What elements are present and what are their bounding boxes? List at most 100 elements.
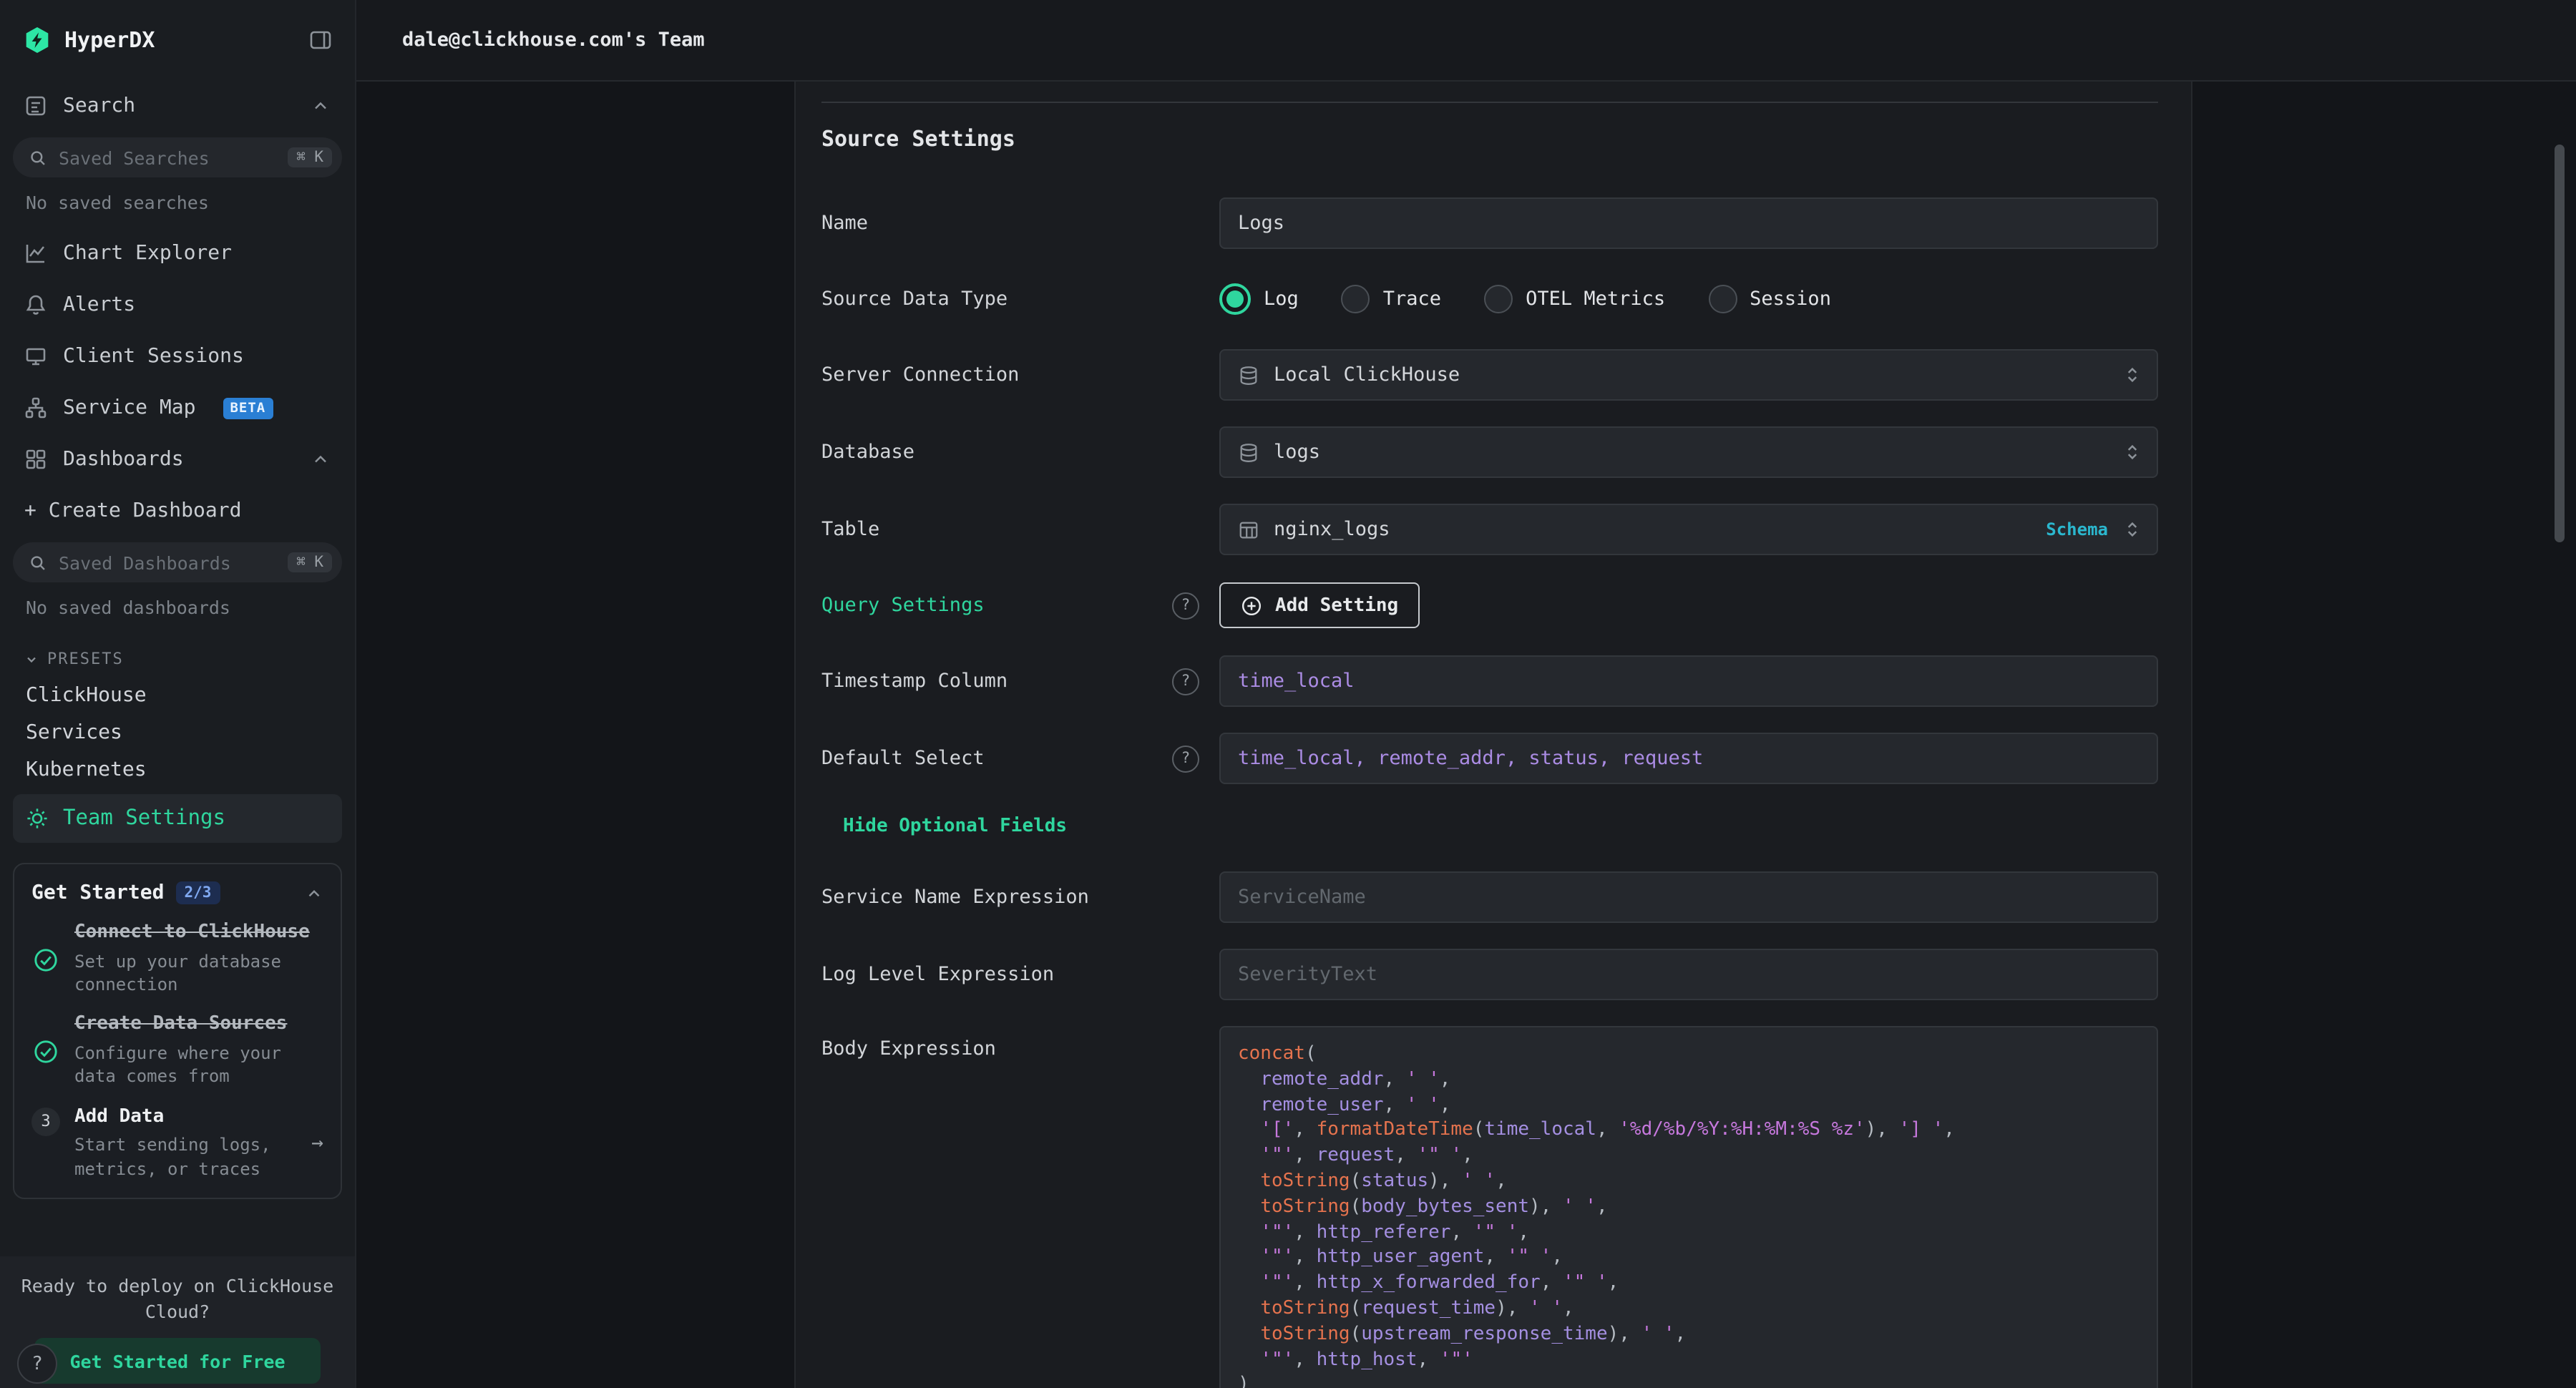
monitor-icon [24, 345, 47, 368]
sidebar-header: HyperDX [0, 0, 355, 80]
sidebar-item-dashboards[interactable]: Dashboards [0, 434, 355, 485]
plus-circle-icon [1241, 595, 1262, 616]
body-expression-code[interactable]: concat( remote_addr, ' ', remote_user, '… [1219, 1026, 2158, 1388]
server-connection-row: Server Connection Local ClickHouse [821, 349, 2158, 401]
no-saved-searches-text: No saved searches [26, 192, 355, 213]
body-expression-row: Body Expression concat( remote_addr, ' '… [821, 1026, 2158, 1388]
help-circle-icon[interactable]: ? [1172, 745, 1199, 772]
chevron-updown-icon [2122, 519, 2142, 539]
saved-dashboards-input[interactable]: Saved Dashboards ⌘ K [13, 542, 342, 582]
server-connection-select[interactable]: Local ClickHouse [1219, 349, 2158, 401]
name-input[interactable] [1219, 197, 2158, 249]
database-row: Database logs [821, 426, 2158, 478]
shortcut-badge: ⌘ K [288, 552, 332, 572]
get-started-step-connect[interactable]: Connect to ClickHouse Set up your databa… [31, 922, 323, 997]
source-settings-heading: Source Settings [821, 126, 2158, 152]
step-title: Add Data [74, 1105, 297, 1130]
sidebar-item-label: Dashboards [63, 448, 184, 471]
hide-optional-fields-link[interactable]: Hide Optional Fields [843, 816, 1067, 837]
main-area: dale@clickhouse.com's Team Source Settin… [356, 0, 2576, 1388]
timestamp-column-label: Timestamp Column [821, 670, 1008, 693]
radio-trace[interactable]: Trace [1342, 285, 1441, 313]
database-icon [1238, 364, 1259, 386]
sidebar-item-clickhouse[interactable]: ClickHouse [0, 677, 355, 714]
hyperdx-logo-icon [23, 26, 52, 54]
sidebar-collapse-icon[interactable] [309, 29, 332, 52]
arrow-right-icon: → [311, 1131, 323, 1154]
service-name-expression-input[interactable] [1219, 871, 2158, 923]
saved-searches-placeholder: Saved Searches [59, 147, 276, 168]
shortcut-badge: ⌘ K [288, 147, 332, 167]
brand-name: HyperDX [64, 27, 296, 53]
radio-icon [1484, 285, 1513, 313]
radio-icon [1342, 285, 1370, 313]
service-map-icon [24, 396, 47, 419]
service-name-expression-label: Service Name Expression [821, 886, 1089, 909]
dashboards-grid-icon [24, 448, 47, 471]
sidebar-item-label: Chart Explorer [63, 242, 232, 265]
select-value: nginx_logs [1274, 518, 1390, 541]
radio-label: OTEL Metrics [1526, 288, 1665, 311]
log-level-expression-label: Log Level Expression [821, 963, 1054, 986]
add-setting-button[interactable]: Add Setting [1219, 582, 1420, 628]
get-started-title: Get Started [31, 881, 164, 904]
chevron-updown-icon [2122, 365, 2142, 385]
log-level-expression-input[interactable] [1219, 949, 2158, 1000]
app-window: HyperDX Search Saved Searches ⌘ K No sav… [0, 0, 2576, 1388]
help-circle-icon[interactable]: ? [1172, 668, 1199, 695]
code-line: remote_addr, ' ', [1238, 1067, 2140, 1093]
chevron-updown-icon [2122, 442, 2142, 462]
get-started-step-add-data[interactable]: 3 Add Data Start sending logs, metrics, … [31, 1105, 323, 1181]
check-circle-icon [31, 1014, 60, 1089]
radio-otel-metrics[interactable]: OTEL Metrics [1484, 285, 1665, 313]
radio-session[interactable]: Session [1708, 285, 1831, 313]
code-line: toString(request_time), ' ', [1238, 1296, 2140, 1322]
create-dashboard-button[interactable]: + Create Dashboard [0, 485, 355, 537]
sidebar-item-alerts[interactable]: Alerts [0, 279, 355, 331]
default-select-input[interactable] [1219, 733, 2158, 784]
get-started-step-sources[interactable]: Create Data Sources Configure where your… [31, 1014, 323, 1089]
code-line: '"', http_host, '"' [1238, 1347, 2140, 1373]
presets-header[interactable]: PRESETS [24, 650, 355, 668]
source-data-type-label: Source Data Type [821, 288, 1008, 311]
sidebar-item-service-map[interactable]: Service Map BETA [0, 382, 355, 434]
radio-icon [1708, 285, 1737, 313]
source-data-type-row: Source Data Type Log Trace [821, 275, 2158, 323]
code-line: ) [1238, 1373, 2140, 1388]
help-button[interactable]: ? [17, 1344, 57, 1384]
sidebar-item-team-settings[interactable]: Team Settings [13, 794, 342, 843]
code-line: toString(body_bytes_sent), ' ', [1238, 1195, 2140, 1221]
sidebar-item-label: Alerts [63, 293, 135, 316]
get-started-free-button[interactable]: Get Started for Free [34, 1338, 321, 1384]
add-setting-label: Add Setting [1275, 595, 1398, 616]
sidebar-item-kubernetes[interactable]: Kubernetes [0, 751, 355, 788]
table-select[interactable]: nginx_logs Schema [1219, 504, 2158, 555]
database-label: Database [821, 441, 914, 464]
search-icon [29, 553, 47, 572]
gear-icon [26, 807, 49, 830]
page-title: dale@clickhouse.com's Team [402, 29, 705, 52]
get-started-header[interactable]: Get Started 2/3 [31, 881, 323, 904]
promo-text: Ready to deploy on ClickHouse Cloud? [0, 1274, 355, 1324]
step-desc: Set up your database connection [74, 950, 323, 997]
chart-icon [24, 242, 47, 265]
saved-searches-input[interactable]: Saved Searches ⌘ K [13, 137, 342, 177]
database-select[interactable]: logs [1219, 426, 2158, 478]
sidebar-item-services[interactable]: Services [0, 714, 355, 751]
step-title: Create Data Sources [74, 1014, 323, 1038]
sidebar-item-client-sessions[interactable]: Client Sessions [0, 331, 355, 382]
beta-badge: BETA [223, 397, 273, 419]
help-circle-icon[interactable]: ? [1172, 592, 1199, 619]
no-saved-dashboards-text: No saved dashboards [26, 597, 355, 618]
saved-dashboards-placeholder: Saved Dashboards [59, 552, 276, 573]
query-settings-label: Query Settings [821, 594, 985, 617]
table-label: Table [821, 518, 879, 541]
schema-link[interactable]: Schema [2046, 519, 2108, 539]
sidebar-item-search[interactable]: Search [0, 80, 355, 132]
sidebar-item-chart-explorer[interactable]: Chart Explorer [0, 228, 355, 279]
database-icon [1238, 441, 1259, 463]
timestamp-column-input[interactable] [1219, 655, 2158, 707]
radio-log[interactable]: Log [1219, 283, 1299, 315]
check-circle-icon [31, 922, 60, 997]
vertical-scrollbar-thumb[interactable] [2555, 145, 2565, 542]
